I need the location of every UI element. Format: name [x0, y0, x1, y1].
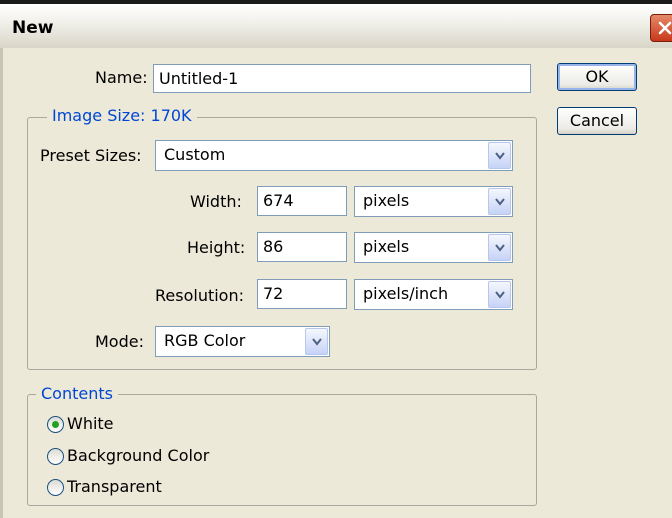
- name-label: Name:: [95, 68, 148, 87]
- transparent-label[interactable]: Transparent: [67, 477, 162, 496]
- name-input[interactable]: Untitled-1: [153, 64, 531, 93]
- ok-button[interactable]: OK: [557, 63, 637, 91]
- mode-dropdown-button[interactable]: [305, 328, 328, 355]
- image-size-legend: Image Size: 170K: [47, 106, 197, 125]
- resolution-unit-dropdown-button[interactable]: [488, 281, 511, 308]
- chevron-down-icon: [312, 338, 322, 346]
- resolution-input[interactable]: 72: [257, 279, 347, 309]
- contents-legend: Contents: [36, 384, 118, 403]
- height-input[interactable]: 86: [257, 232, 347, 262]
- dialog-title: New: [12, 18, 54, 38]
- cancel-button[interactable]: Cancel: [557, 107, 637, 135]
- width-unit-dropdown-button[interactable]: [488, 188, 511, 215]
- mode-select[interactable]: RGB Color: [155, 326, 330, 357]
- dialog-border: [0, 48, 3, 518]
- preset-sizes-value: Custom: [164, 145, 226, 164]
- width-label: Width:: [190, 192, 242, 211]
- transparent-radio[interactable]: [47, 479, 64, 496]
- chevron-down-icon: [495, 152, 505, 160]
- resolution-unit-select[interactable]: pixels/inch: [354, 279, 513, 310]
- background-color-label[interactable]: Background Color: [67, 446, 209, 465]
- preset-sizes-select[interactable]: Custom: [155, 140, 513, 171]
- width-unit-value: pixels: [363, 191, 410, 210]
- preset-sizes-dropdown-button[interactable]: [488, 142, 511, 169]
- close-button[interactable]: [650, 14, 672, 42]
- width-input[interactable]: 674: [257, 186, 347, 216]
- title-bar[interactable]: New: [0, 0, 672, 48]
- chevron-down-icon: [495, 244, 505, 252]
- resolution-label: Resolution:: [155, 286, 244, 305]
- height-label: Height:: [187, 238, 246, 257]
- height-unit-dropdown-button[interactable]: [488, 234, 511, 261]
- preset-sizes-label: Preset Sizes:: [40, 146, 142, 165]
- height-unit-select[interactable]: pixels: [354, 232, 513, 263]
- white-radio[interactable]: [47, 416, 64, 433]
- resolution-unit-value: pixels/inch: [363, 284, 449, 303]
- chevron-down-icon: [495, 198, 505, 206]
- chevron-down-icon: [495, 291, 505, 299]
- width-unit-select[interactable]: pixels: [354, 186, 513, 217]
- close-icon: [658, 21, 672, 35]
- background-color-radio[interactable]: [47, 448, 64, 465]
- mode-label: Mode:: [95, 332, 144, 351]
- height-unit-value: pixels: [363, 237, 410, 256]
- mode-value: RGB Color: [164, 331, 246, 350]
- white-label[interactable]: White: [67, 414, 114, 433]
